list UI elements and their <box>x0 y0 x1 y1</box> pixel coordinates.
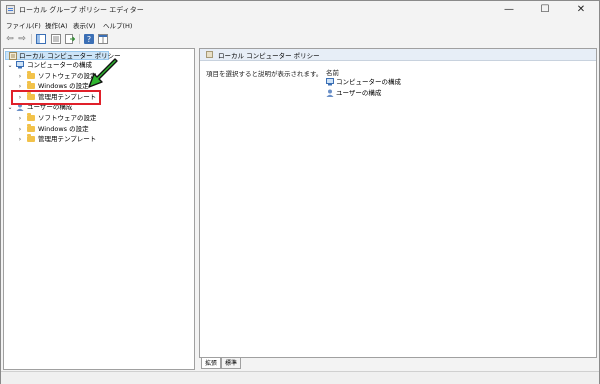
computer-icon <box>326 78 334 86</box>
menu-help[interactable]: ヘルプ(H) <box>103 20 132 30</box>
app-icon <box>6 5 15 14</box>
chevron-right-icon[interactable]: › <box>17 125 23 134</box>
details-pane: ローカル コンピューター ポリシー 項目を選択すると説明が表示されます。 名前 … <box>199 48 597 358</box>
tree-item-user-windows-settings[interactable]: › Windows の設定 <box>4 124 184 134</box>
list-item-label: ユーザーの構成 <box>336 89 382 97</box>
maximize-button[interactable]: ☐ <box>527 1 563 19</box>
policy-document-icon <box>9 52 17 60</box>
tree-item-user-admin-templates[interactable]: › 管理用テンプレート <box>4 134 184 144</box>
list-item-label: コンピューターの構成 <box>336 78 401 86</box>
column-header-name[interactable]: 名前 <box>326 67 339 77</box>
forward-arrow-icon[interactable]: ⇨ <box>17 34 27 44</box>
green-arrow-icon <box>88 58 118 88</box>
tab-standard[interactable]: 標準 <box>221 358 242 369</box>
highlight-box <box>11 90 101 105</box>
extended-view-icon[interactable] <box>98 34 108 44</box>
toolbar-separator <box>79 34 80 44</box>
menu-action[interactable]: 操作(A) <box>45 20 68 30</box>
details-header: ローカル コンピューター ポリシー <box>200 49 596 61</box>
chevron-right-icon[interactable]: › <box>17 72 23 81</box>
details-header-title: ローカル コンピューター ポリシー <box>218 52 320 60</box>
tree-item-label: コンピューターの構成 <box>27 61 92 69</box>
tree-item-label: 管理用テンプレート <box>38 135 97 143</box>
help-icon[interactable]: ? <box>84 34 94 44</box>
chevron-down-icon[interactable]: ⌄ <box>7 61 13 70</box>
details-description: 項目を選択すると説明が表示されます。 <box>206 70 323 78</box>
minimize-button[interactable]: — <box>491 1 527 19</box>
toolbar-separator <box>31 34 32 44</box>
computer-icon <box>16 61 24 69</box>
user-icon <box>326 89 334 97</box>
menu-view[interactable]: 表示(V) <box>73 20 96 30</box>
tab-extended[interactable]: 拡張 <box>201 358 222 369</box>
chevron-right-icon[interactable]: › <box>17 135 23 144</box>
close-button[interactable]: ✕ <box>563 1 599 19</box>
folder-icon <box>27 81 35 89</box>
folder-icon <box>27 134 35 142</box>
view-tabs: 拡張 標準 <box>199 358 597 370</box>
tree-item-label: Windows の設定 <box>38 125 89 133</box>
group-policy-editor-window: ローカル グループ ポリシー エディター — ☐ ✕ ファイル(F) 操作(A)… <box>0 0 600 384</box>
properties-icon[interactable] <box>51 34 61 44</box>
export-list-icon[interactable] <box>65 34 76 44</box>
folder-icon <box>27 124 35 132</box>
toolbar: ⇦ ⇨ ? <box>1 32 599 46</box>
policy-document-icon <box>206 51 213 58</box>
window-title: ローカル グループ ポリシー エディター <box>19 6 144 14</box>
tree-item-label: ソフトウェアの設定 <box>38 114 97 122</box>
menu-file[interactable]: ファイル(F) <box>6 20 41 30</box>
menu-bar: ファイル(F) 操作(A) 表示(V) ヘルプ(H) <box>1 19 599 31</box>
folder-icon <box>27 113 35 121</box>
svg-text:?: ? <box>87 35 91 44</box>
folder-icon <box>27 71 35 79</box>
title-bar: ローカル グループ ポリシー エディター — ☐ ✕ <box>1 1 599 19</box>
status-bar <box>1 371 599 384</box>
tree-item-user-software-settings[interactable]: › ソフトウェアの設定 <box>4 113 184 123</box>
back-arrow-icon[interactable]: ⇦ <box>5 34 15 44</box>
chevron-right-icon[interactable]: › <box>17 114 23 123</box>
show-hide-tree-icon[interactable] <box>36 34 46 44</box>
